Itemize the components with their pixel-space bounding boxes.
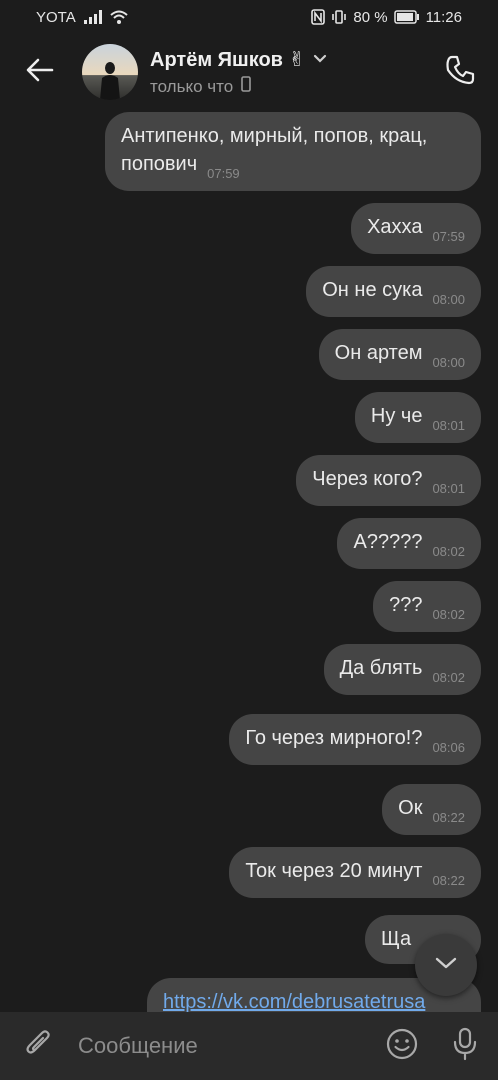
message-text: Он артем (334, 342, 423, 364)
message-bubble[interactable]: Через кого? 08:01 (296, 455, 481, 506)
message-link[interactable]: https://vk.com/debrusatetrusa (163, 991, 425, 1012)
chat-header: Артём Яшков ✌ только что (0, 34, 498, 110)
message-text: Го через мирного!? (245, 727, 423, 749)
attach-button[interactable] (0, 1012, 78, 1080)
message-bubble[interactable]: ??? 08:02 (373, 581, 481, 632)
carrier-label: YOTA (36, 8, 76, 26)
message-time: 08:06 (432, 740, 465, 755)
status-bar: YOTA 80 % 11:26 (0, 0, 498, 34)
message-time: 08:02 (432, 607, 465, 622)
message-bubble[interactable]: Он не сука 08:00 (306, 266, 481, 317)
paperclip-icon (24, 1028, 54, 1065)
message-bubble[interactable]: Он артем 08:00 (318, 329, 481, 380)
message-time: 08:02 (432, 544, 465, 559)
contact-info[interactable]: Артём Яшков ✌ только что (150, 47, 327, 97)
message-bubble[interactable]: Антипенко, мирный, попов, крац, попович 0… (105, 112, 481, 191)
message-composer (0, 1012, 498, 1080)
back-arrow-icon (26, 58, 54, 87)
contact-name: Артём Яшков ✌ (150, 49, 306, 71)
message-text: Ну че (370, 405, 423, 427)
microphone-icon (452, 1027, 478, 1066)
message-bubble[interactable]: Да блять 08:02 (323, 644, 481, 695)
contact-status: только что (150, 76, 234, 96)
message-time: 07:59 (207, 166, 240, 181)
chevron-down-icon[interactable] (313, 51, 327, 69)
phone-icon (444, 54, 476, 91)
message-bubble[interactable]: Ток через 20 минут 08:22 (229, 847, 481, 898)
message-input[interactable] (78, 1012, 372, 1080)
message-list[interactable]: Антипенко, мирный, попов, крац, попович 0… (0, 110, 498, 1012)
message-time: 08:01 (432, 418, 465, 433)
mobile-device-icon (241, 76, 251, 97)
microphone-button[interactable] (432, 1012, 498, 1080)
message-text: Антипенко, мирный, попов, крац, попович (121, 125, 428, 175)
message-text: Ок (398, 797, 423, 819)
emoji-button[interactable] (372, 1012, 432, 1080)
message-text: Ток через 20 минут (245, 860, 423, 882)
battery-icon (393, 10, 420, 24)
message-time: 07:59 (432, 229, 465, 244)
message-text: Через кого? (312, 468, 423, 490)
clock: 11:26 (425, 8, 462, 26)
message-time: 08:00 (432, 355, 465, 370)
message-time: 08:02 (432, 670, 465, 685)
chevron-down-icon (434, 956, 458, 975)
message-bubble[interactable]: Хахха 07:59 (351, 203, 481, 254)
scroll-to-bottom-button[interactable] (415, 934, 477, 996)
emoji-icon (386, 1028, 418, 1065)
message-time: 08:00 (432, 292, 465, 307)
nfc-icon (311, 9, 326, 25)
message-text: Хахха (367, 216, 423, 238)
message-text: ??? (389, 594, 423, 616)
message-text: Ща (381, 928, 412, 950)
back-button[interactable] (0, 34, 80, 110)
message-bubble[interactable]: Го через мирного!? 08:06 (229, 714, 481, 765)
message-bubble[interactable]: А????? 08:02 (337, 518, 481, 569)
message-time: 08:22 (432, 810, 465, 825)
message-time: 08:01 (432, 481, 465, 496)
message-bubble[interactable]: Ок 08:22 (382, 784, 481, 835)
avatar[interactable] (82, 44, 138, 100)
battery-percent: 80 % (353, 8, 388, 26)
wifi-icon (110, 10, 128, 24)
message-bubble[interactable]: Ну че 08:01 (354, 392, 481, 443)
call-button[interactable] (440, 52, 480, 92)
message-text: Он не сука (322, 279, 423, 301)
signal-icon (83, 10, 102, 24)
message-text: А????? (353, 531, 423, 553)
message-time: 08:22 (432, 873, 465, 888)
message-text: Да блять (339, 657, 423, 679)
vibrate-icon (331, 9, 347, 25)
